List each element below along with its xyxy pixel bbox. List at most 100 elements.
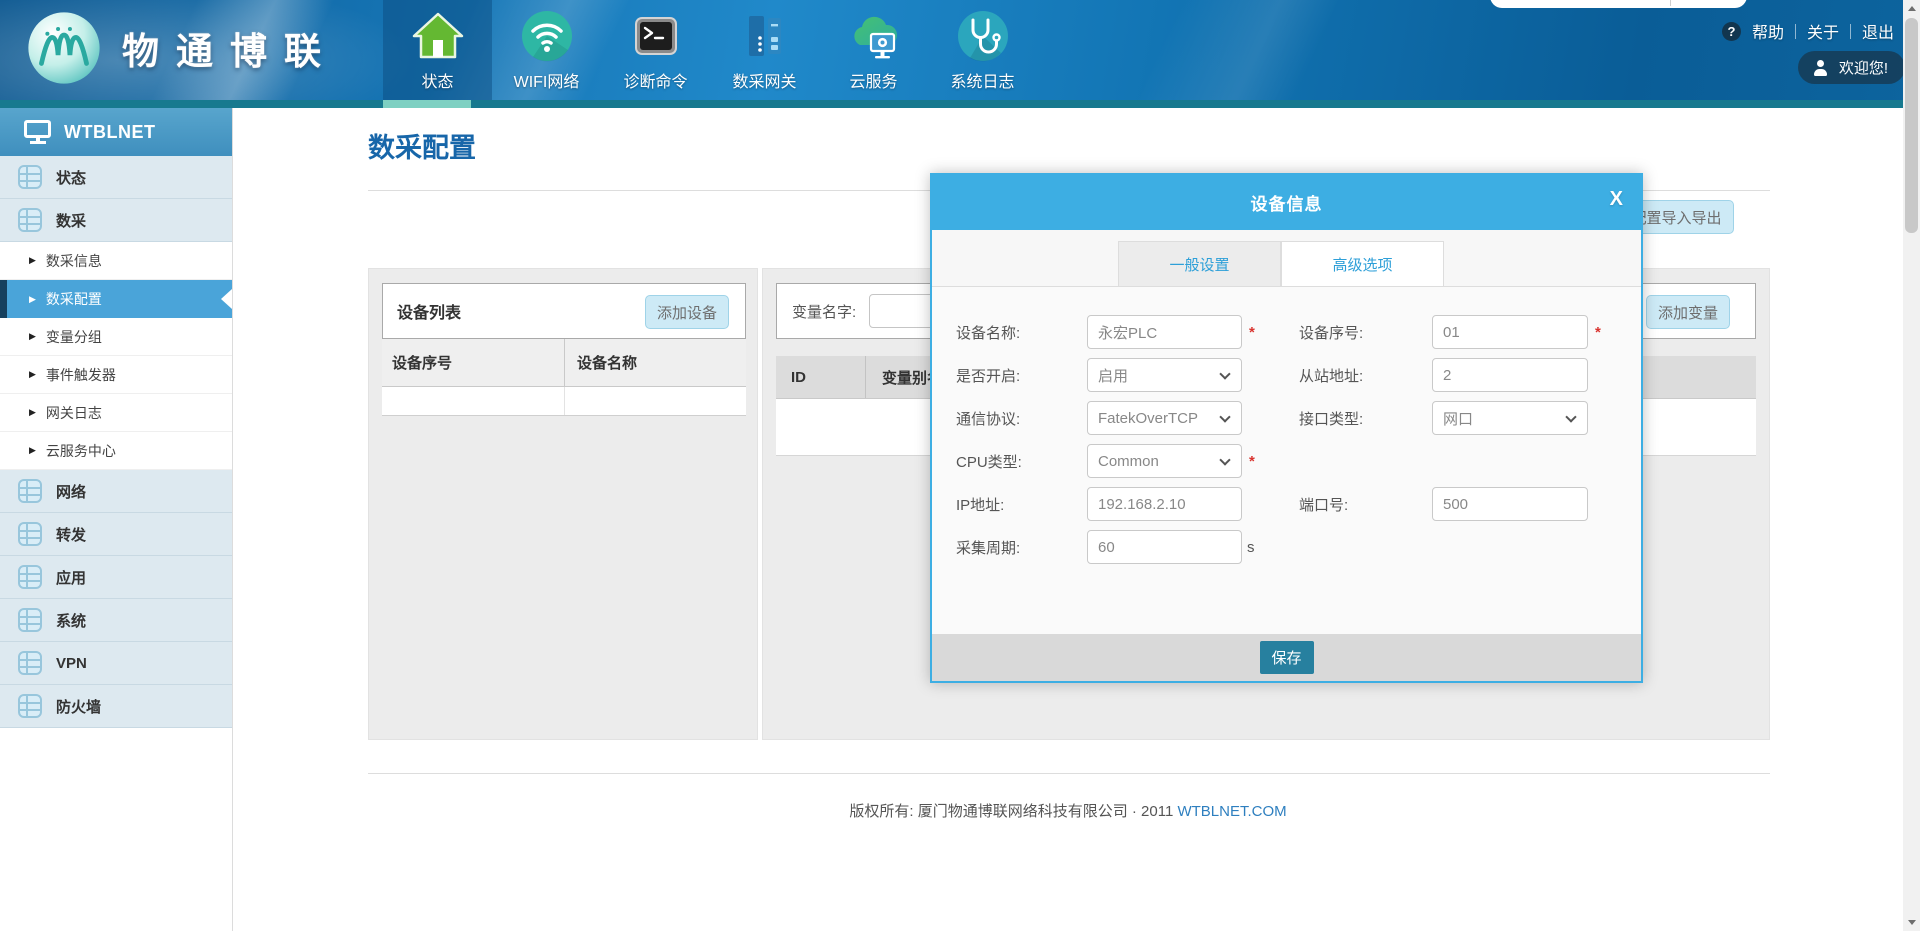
form-row: IP地址: 端口号:	[932, 487, 1641, 530]
sidebar-item-label: 网络	[56, 481, 86, 502]
column-device-name: 设备名称	[564, 339, 746, 386]
arrow-right-icon	[29, 446, 36, 455]
sidebar-subitem-gateway-log[interactable]: 网关日志	[0, 394, 232, 432]
form-row: 设备名称: 设备序号:	[932, 315, 1641, 358]
logout-link[interactable]: 退出	[1862, 19, 1894, 43]
sidebar-item-label: 应用	[56, 567, 86, 588]
list-grid-icon	[18, 651, 42, 675]
header-links: ? 帮助 关于 退出	[1722, 19, 1894, 43]
vertical-scrollbar[interactable]	[1903, 0, 1920, 931]
help-question-icon: ?	[1722, 22, 1741, 41]
protocol-label: 通信协议:	[956, 408, 1087, 429]
sidebar-subitem-collection-config[interactable]: 数采配置	[0, 280, 232, 318]
device-list-header: 设备列表 添加设备	[382, 283, 746, 339]
device-info-dialog: 设备信息 X 一般设置 高级选项 设备名称: 设备序号: 是否开启:	[930, 173, 1643, 683]
nav-label: WIFI网络	[514, 68, 580, 92]
sidebar-subitem-event-trigger[interactable]: 事件触发器	[0, 356, 232, 394]
device-number-field[interactable]	[1432, 315, 1588, 349]
dialog-title: 设备信息	[1251, 190, 1323, 215]
house-icon	[411, 9, 465, 63]
tab-general-settings[interactable]: 一般设置	[1118, 241, 1281, 287]
nav-item-wifi[interactable]: WIFI网络	[492, 0, 601, 100]
port-field[interactable]	[1432, 487, 1588, 521]
form-row: 是否开启: 启用 从站地址:	[932, 358, 1641, 401]
scrollbar-thumb[interactable]	[1905, 18, 1918, 233]
nav-item-gateway[interactable]: 数采网关	[710, 0, 819, 100]
protocol-group: 通信协议: FatekOverTCP	[956, 401, 1242, 435]
top-navigation: 状态 WIFI网络	[383, 0, 1037, 100]
brand-logo: 物通博联	[26, 10, 338, 86]
nav-item-status[interactable]: 状态	[383, 0, 492, 100]
link-separator	[1795, 24, 1796, 39]
nav-item-diagnostics[interactable]: 诊断命令	[601, 0, 710, 100]
page-title: 数采配置	[368, 126, 476, 165]
sidebar-subitem-variable-group[interactable]: 变量分组	[0, 318, 232, 356]
sidebar-header: WTBLNET	[0, 108, 232, 156]
sidebar-item-data-collection[interactable]: 数采	[0, 199, 232, 242]
dialog-footer: 保存	[932, 634, 1641, 681]
protocol-select[interactable]: FatekOverTCP	[1087, 401, 1242, 435]
sidebar-item-forwarding[interactable]: 转发	[0, 513, 232, 556]
close-icon[interactable]: X	[1610, 189, 1623, 209]
interface-type-select[interactable]: 网口	[1432, 401, 1588, 435]
collection-period-label: 采集周期:	[956, 537, 1087, 558]
arrow-right-icon	[29, 332, 36, 341]
sidebar-item-label: 状态	[56, 167, 86, 188]
nav-item-syslog[interactable]: 系统日志	[928, 0, 1037, 100]
device-table-header: 设备序号 设备名称	[382, 339, 746, 387]
sidebar-item-vpn[interactable]: VPN	[0, 642, 232, 685]
chevron-down-icon	[1219, 368, 1230, 379]
device-number-group: 设备序号:	[1299, 315, 1601, 349]
add-variable-button[interactable]: 添加变量	[1646, 295, 1730, 329]
ip-address-field[interactable]	[1087, 487, 1242, 521]
welcome-text: 欢迎您!	[1839, 57, 1888, 78]
collection-period-field[interactable]	[1087, 530, 1242, 564]
selected-value: 网口	[1443, 408, 1473, 429]
device-table-empty-row	[382, 387, 746, 416]
add-device-button[interactable]: 添加设备	[645, 295, 729, 329]
chevron-down-icon	[1219, 411, 1230, 422]
sidebar-item-label: 事件触发器	[46, 365, 116, 385]
search-box-partial[interactable]	[1490, 0, 1747, 8]
sidebar-item-status[interactable]: 状态	[0, 156, 232, 199]
device-name-field[interactable]	[1087, 315, 1242, 349]
enabled-select[interactable]: 启用	[1087, 358, 1242, 392]
nav-item-cloud[interactable]: 云服务	[819, 0, 928, 100]
save-button[interactable]: 保存	[1260, 641, 1314, 674]
scroll-down-arrow[interactable]	[1903, 914, 1920, 931]
collection-period-group: 采集周期: s	[956, 530, 1255, 564]
sidebar-item-network[interactable]: 网络	[0, 470, 232, 513]
device-list-title: 设备列表	[397, 299, 461, 323]
list-grid-icon	[18, 479, 42, 503]
welcome-badge[interactable]: 欢迎您!	[1798, 51, 1905, 84]
sidebar-subitem-cloud-center[interactable]: 云服务中心	[0, 432, 232, 470]
wtblnet-link[interactable]: WTBLNET.COM	[1177, 803, 1286, 820]
arrow-right-icon	[29, 370, 36, 379]
sidebar-item-application[interactable]: 应用	[0, 556, 232, 599]
header-bottom-strip	[0, 100, 1920, 108]
form-row: 通信协议: FatekOverTCP 接口类型: 网口	[932, 401, 1641, 444]
list-grid-icon	[18, 165, 42, 189]
sidebar-subitem-collection-info[interactable]: 数采信息	[0, 242, 232, 280]
sidebar-item-firewall[interactable]: 防火墙	[0, 685, 232, 728]
tab-advanced-options[interactable]: 高级选项	[1281, 241, 1444, 287]
app-root: 物通博联 状态 WIFI网络	[0, 0, 1920, 931]
slave-address-field[interactable]	[1432, 358, 1588, 392]
link-separator	[1850, 24, 1851, 39]
sidebar-item-label: 云服务中心	[46, 441, 116, 461]
nav-label: 诊断命令	[623, 68, 687, 92]
sidebar-item-system[interactable]: 系统	[0, 599, 232, 642]
about-link[interactable]: 关于	[1807, 19, 1839, 43]
interface-type-group: 接口类型: 网口	[1299, 401, 1588, 435]
help-link[interactable]: 帮助	[1752, 19, 1784, 43]
chevron-down-icon	[1219, 454, 1230, 465]
brand-name: 物通博联	[122, 21, 338, 75]
enabled-group: 是否开启: 启用	[956, 358, 1242, 392]
globe-icon	[26, 10, 102, 86]
column-divider	[564, 387, 746, 415]
scroll-up-arrow[interactable]	[1903, 0, 1920, 17]
cpu-type-select[interactable]: Common	[1087, 444, 1242, 478]
copyright-text: 版权所有: 厦门物通博联网络科技有限公司 · 2011	[849, 803, 1173, 820]
cpu-type-group: CPU类型: Common	[956, 444, 1255, 478]
nav-label: 云服务	[849, 68, 897, 92]
